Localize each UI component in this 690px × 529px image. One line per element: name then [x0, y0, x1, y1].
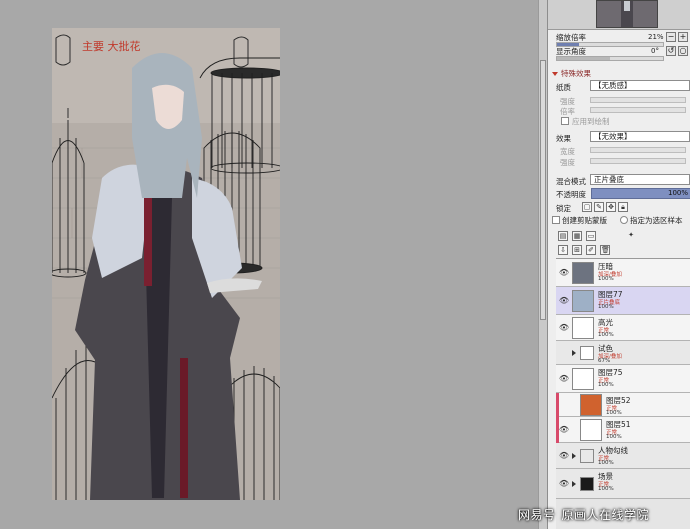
effect-strength-label: 强度 — [560, 158, 575, 167]
clipping-indicator — [556, 393, 559, 417]
clipping-mask-label: 创建剪贴蒙版 — [562, 216, 607, 225]
layer-folder-row[interactable]: 👁︎ 人物勾线 正常 100% — [556, 443, 690, 469]
lock-paint-icon[interactable]: ✎ — [594, 202, 604, 212]
canvas-vertical-scrollbar[interactable] — [538, 0, 547, 529]
layer-opacity: 100% — [598, 276, 614, 282]
layer-thumbnail — [572, 368, 594, 390]
layer-opacity: 100% — [598, 382, 614, 388]
watermark: 网易号 原画人在线学院 — [518, 506, 649, 523]
collapse-arrow-icon — [552, 71, 558, 76]
opacity-label: 不透明度 — [556, 190, 586, 199]
layer-row[interactable]: 👁︎ 图层77 正片叠底 100% — [556, 287, 690, 315]
layer-row[interactable]: 👁︎ 图层75 正常 100% — [556, 365, 690, 393]
artwork-canvas[interactable]: 主要 大批花 — [52, 28, 280, 500]
new-mask-icon[interactable]: ▦ — [572, 231, 582, 241]
layer-visibility-eye-icon[interactable]: 👁︎ — [558, 322, 570, 334]
new-folder-icon[interactable]: ▭ — [586, 231, 596, 241]
watermark-brand: 网易号 — [518, 508, 556, 522]
layer-row[interactable]: 图层52 正常 100% — [556, 393, 690, 417]
selection-source-label: 指定为选区样本 — [630, 216, 683, 225]
new-layer-icon[interactable]: ▤ — [558, 231, 568, 241]
zoom-out-button[interactable]: − — [666, 32, 676, 42]
layer-opacity: 100% — [598, 460, 614, 466]
rotate-left-button[interactable]: ↺ — [666, 46, 676, 56]
rotate-reset-button[interactable]: ○ — [678, 46, 688, 56]
effect-width-slider[interactable] — [590, 147, 686, 153]
artwork-illustration: 主要 大批花 — [52, 28, 280, 500]
folder-expand-icon[interactable] — [572, 350, 576, 356]
angle-label: 显示角度 — [556, 46, 586, 56]
layer-visibility-eye-icon[interactable]: 👁︎ — [558, 424, 570, 436]
folder-icon — [580, 449, 594, 463]
effect-label: 效果 — [556, 134, 571, 143]
zoom-in-button[interactable]: + — [678, 32, 688, 42]
layer-visibility-eye-icon[interactable]: 👁︎ — [558, 478, 570, 490]
layer-opacity: 100% — [606, 410, 622, 416]
texture-apply-label: 应用到绘制 — [572, 117, 610, 126]
lock-transparency-icon[interactable]: ▢ — [582, 202, 592, 212]
effects-section-title: 特殊效果 — [561, 69, 591, 78]
effects-section-header[interactable]: 特殊效果 — [552, 68, 591, 79]
folder-expand-icon[interactable] — [572, 453, 576, 459]
layer-list[interactable]: 👁︎ 压暗 加深/叠加 100% 👁︎ 图层77 正片叠底 100% 👁︎ 高光 正常 100% 试色加… — [556, 258, 690, 529]
layer-thumbnail — [572, 290, 594, 312]
layer-thumbnail — [580, 394, 602, 416]
layer-thumbnail — [580, 419, 602, 441]
layer-visibility-eye-icon[interactable] — [558, 347, 570, 359]
folder-expand-icon[interactable] — [572, 481, 576, 487]
layer-opacity: 100% — [606, 434, 622, 440]
navigator-panel[interactable] — [548, 0, 690, 30]
layer-options-icon[interactable]: ✦ — [626, 231, 636, 241]
layer-row[interactable]: 👁︎ 图层51 正常 100% — [556, 417, 690, 443]
layer-visibility-eye-icon[interactable]: 👁︎ — [558, 373, 570, 385]
angle-slider-fill — [557, 57, 610, 60]
folder-icon — [580, 346, 594, 360]
zoom-label: 缩放倍率 — [556, 32, 586, 42]
layer-opacity: 67% — [598, 358, 611, 364]
layer-visibility-eye-icon[interactable] — [558, 399, 570, 411]
effect-dropdown[interactable]: 【无效果】 — [590, 131, 690, 142]
angle-value: 0° — [651, 47, 659, 55]
canvas-workspace[interactable]: 主要 大批花 — [0, 0, 547, 529]
zoom-value: 21% — [648, 33, 664, 41]
blend-mode-dropdown[interactable]: 正片叠底 — [590, 174, 690, 185]
transfer-down-icon[interactable]: ⇩ — [558, 245, 568, 255]
layer-row[interactable]: 👁︎ 高光 正常 100% — [556, 315, 690, 341]
blend-mode-label: 混合模式 — [556, 177, 586, 186]
opacity-value: 100% — [667, 189, 688, 197]
delete-layer-icon[interactable]: 🗑︎ — [600, 245, 610, 255]
lock-label: 锁定 — [556, 204, 571, 213]
folder-icon — [580, 477, 594, 491]
layer-opacity: 100% — [598, 486, 614, 492]
texture-label: 纸质 — [556, 83, 571, 92]
layer-opacity: 100% — [598, 304, 614, 310]
right-panel: 缩放倍率 21% − + 显示角度 0° ↺ ○ 特殊效果 纸质 【无质感】 强… — [547, 0, 690, 529]
effect-strength-slider[interactable] — [590, 158, 686, 164]
lock-all-icon[interactable]: 🔒︎ — [618, 202, 628, 212]
clipping-indicator — [556, 417, 559, 443]
texture-contrast-slider[interactable] — [590, 107, 686, 113]
layer-thumbnail — [572, 317, 594, 339]
effect-width-label: 宽度 — [560, 147, 575, 156]
merge-down-icon[interactable]: ⊞ — [572, 245, 582, 255]
texture-dropdown[interactable]: 【无质感】 — [590, 80, 690, 91]
angle-slider[interactable] — [556, 56, 664, 61]
layer-folder-row[interactable]: 试色 加深/叠加 67% — [556, 341, 690, 365]
watermark-text: 原画人在线学院 — [561, 508, 650, 522]
layer-visibility-eye-icon[interactable]: 👁︎ — [558, 267, 570, 279]
layer-row[interactable]: 👁︎ 压暗 加深/叠加 100% — [556, 259, 690, 287]
opacity-slider[interactable]: 100% — [591, 188, 690, 199]
texture-scale-slider[interactable] — [590, 97, 686, 103]
lock-move-icon[interactable]: ✥ — [606, 202, 616, 212]
layer-visibility-eye-icon[interactable]: 👁︎ — [558, 450, 570, 462]
layer-opacity: 100% — [598, 332, 614, 338]
layer-folder-row[interactable]: 👁︎ 场景 正常 100% — [556, 469, 690, 499]
navigator-thumbnail[interactable] — [596, 0, 658, 28]
artwork-annotation: 主要 大批花 — [82, 39, 141, 53]
layer-thumbnail — [572, 262, 594, 284]
layer-visibility-eye-icon[interactable]: 👁︎ — [558, 295, 570, 307]
clear-layer-icon[interactable]: ✐ — [586, 245, 596, 255]
